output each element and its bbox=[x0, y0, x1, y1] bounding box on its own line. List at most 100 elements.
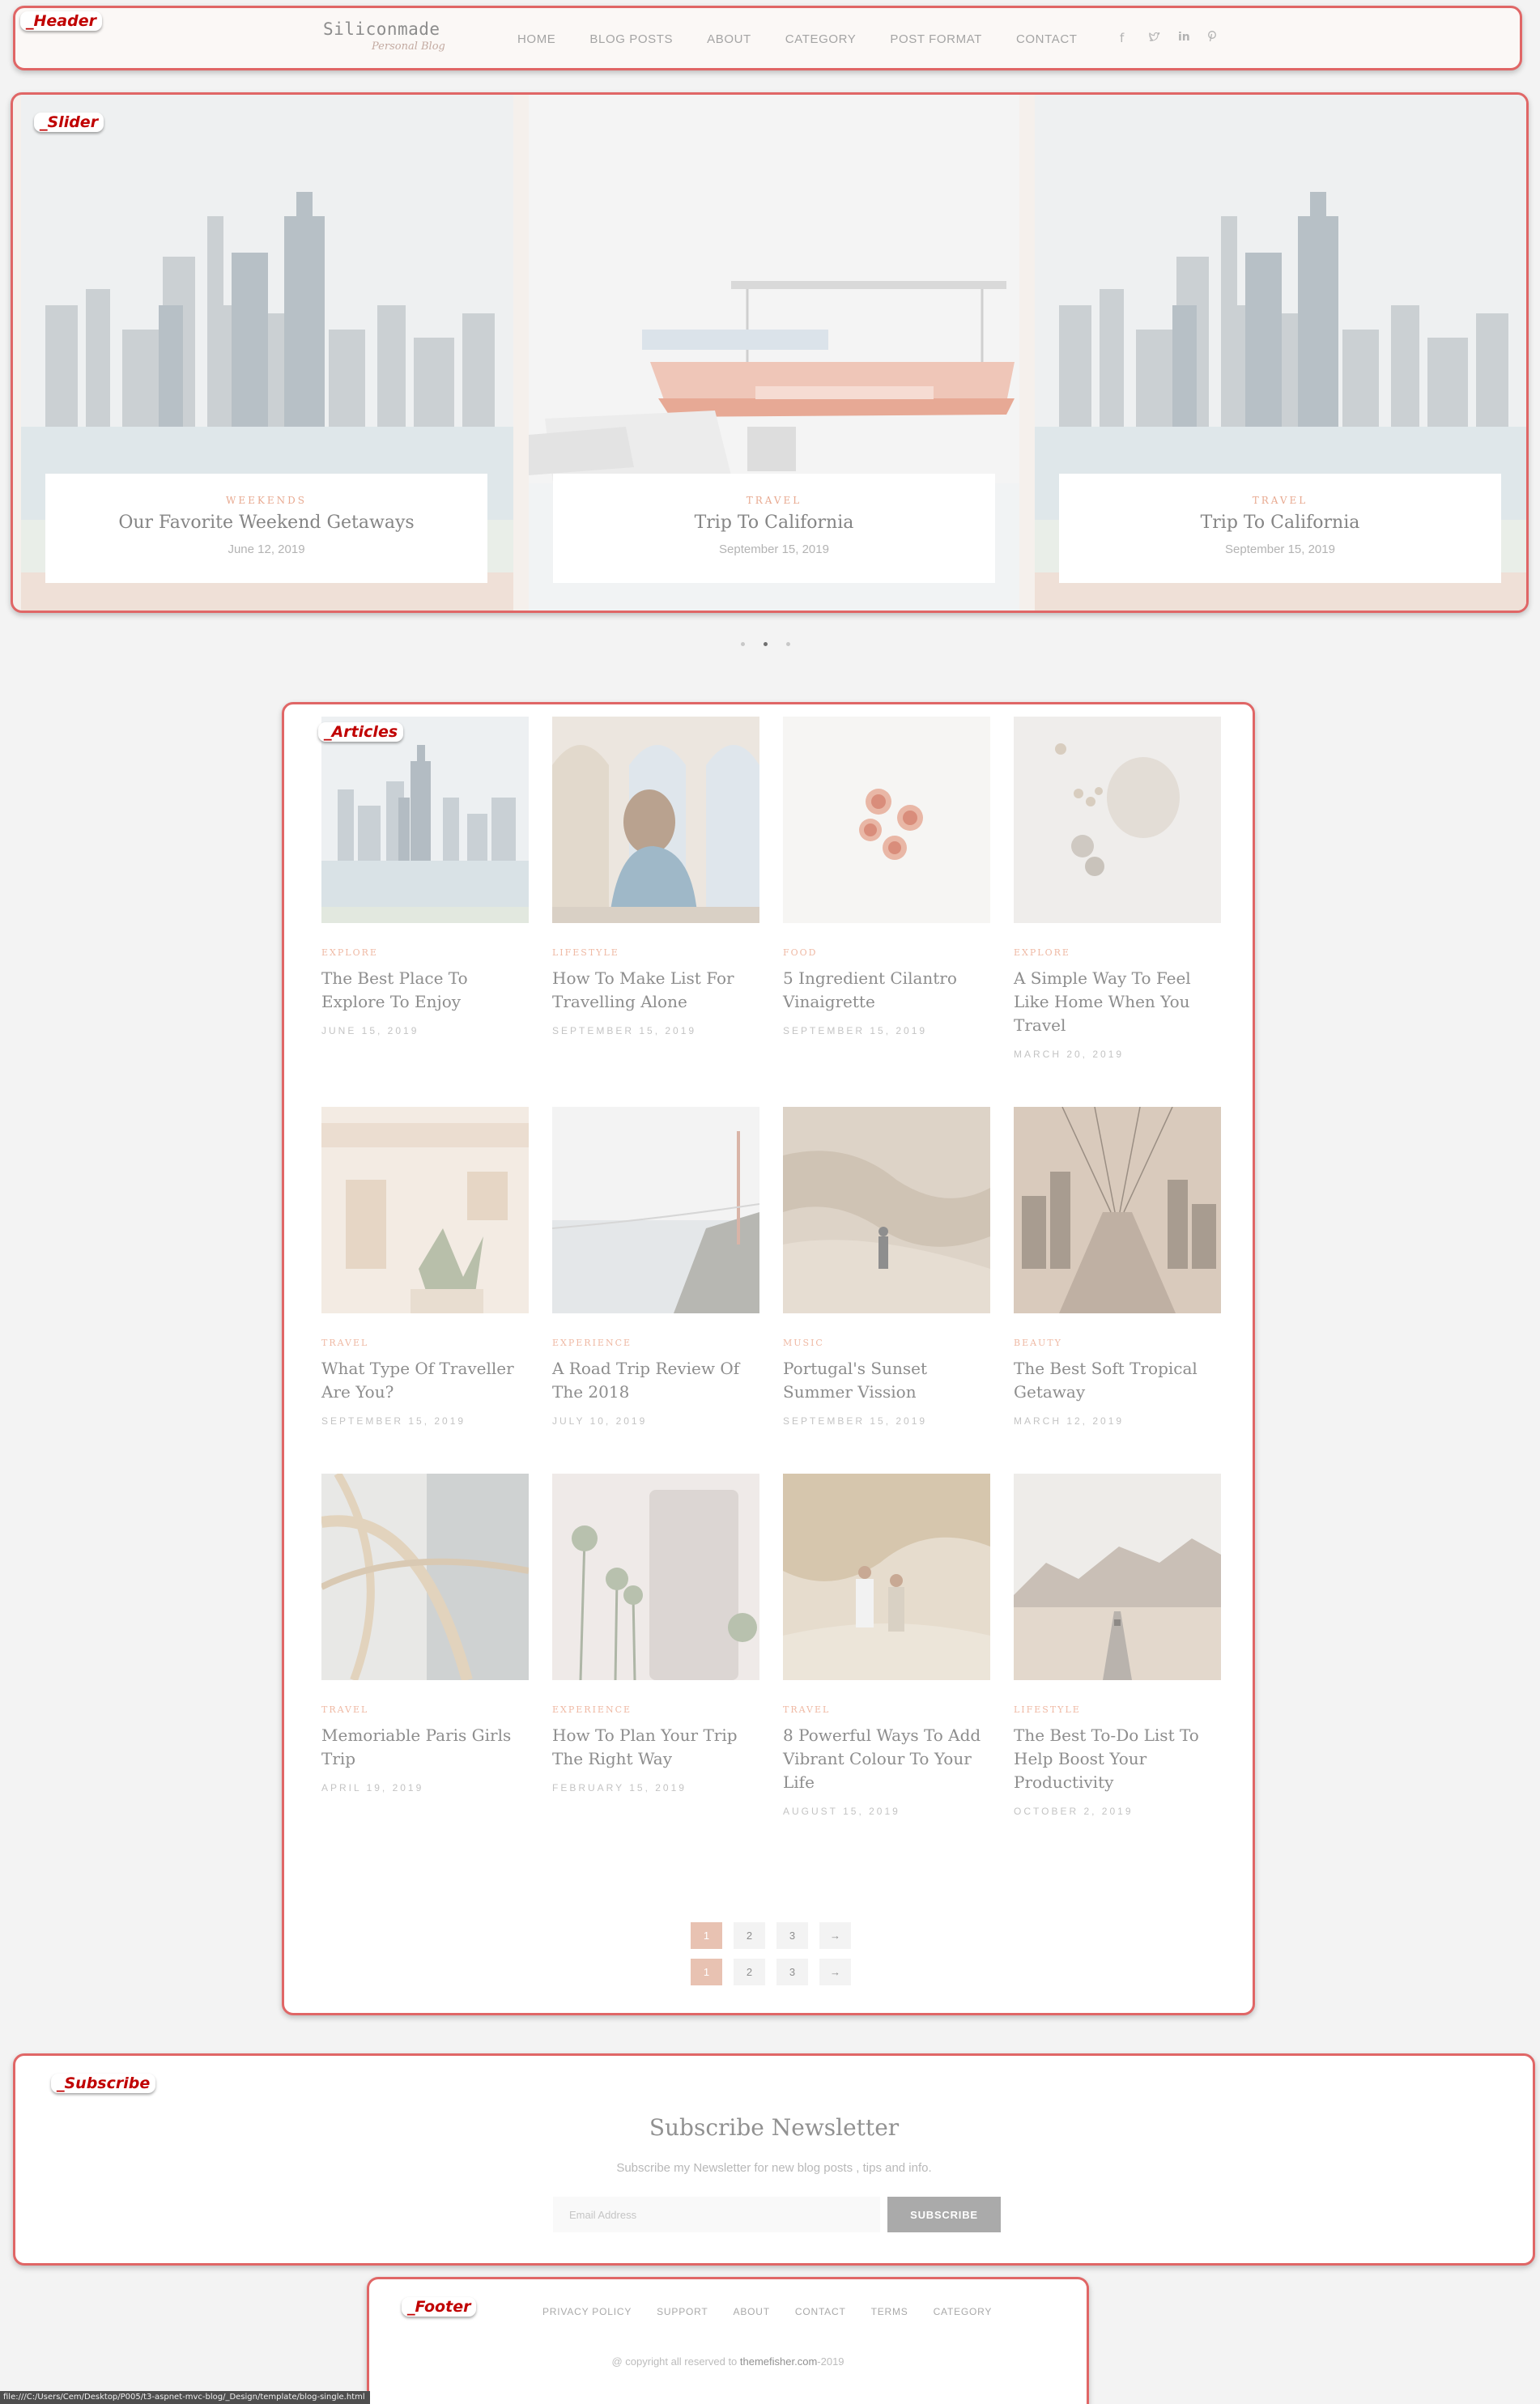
footer-nav: PRIVACY POLICY SUPPORT ABOUT CONTACT TER… bbox=[542, 2306, 1017, 2317]
article-10-title[interactable]: How To Plan Your Trip The Right Way bbox=[552, 1724, 759, 1771]
article-7-image[interactable] bbox=[783, 1107, 990, 1313]
page-3-button[interactable]: 3 bbox=[776, 1922, 808, 1949]
facebook-icon[interactable]: f bbox=[1120, 31, 1149, 45]
article-3-date: SEPTEMBER 15, 2019 bbox=[783, 1025, 928, 1036]
page-1-button[interactable]: 1 bbox=[691, 1959, 722, 1985]
article-1-title[interactable]: The Best Place To Explore To Enjoy bbox=[321, 967, 529, 1014]
subscribe-button[interactable]: SUBSCRIBE bbox=[887, 2197, 1001, 2232]
article-5-title[interactable]: What Type Of Traveller Are You? bbox=[321, 1357, 529, 1404]
article-2-image[interactable] bbox=[552, 717, 759, 923]
article-12-category[interactable]: LIFESTYLE bbox=[1014, 1704, 1221, 1715]
article-6-category[interactable]: EXPERIENCE bbox=[552, 1338, 759, 1348]
footer-link-privacy[interactable]: PRIVACY POLICY bbox=[542, 2306, 632, 2317]
subscribe-title: Subscribe Newsletter bbox=[649, 2114, 900, 2141]
article-1-category[interactable]: EXPLORE bbox=[321, 947, 529, 958]
article-10-date: FEBRUARY 15, 2019 bbox=[552, 1782, 687, 1793]
copyright-link[interactable]: themefisher.com bbox=[740, 2355, 817, 2368]
article-7-date: SEPTEMBER 15, 2019 bbox=[783, 1415, 928, 1427]
footer-link-terms[interactable]: TERMS bbox=[871, 2306, 908, 2317]
next-page-button[interactable]: → bbox=[819, 1922, 851, 1949]
article-1-image[interactable] bbox=[321, 717, 529, 923]
email-field[interactable] bbox=[553, 2197, 880, 2232]
article-3-category[interactable]: FOOD bbox=[783, 947, 990, 958]
articles-zone: _Articles EXPLORE The Best Place To Expl… bbox=[282, 702, 1255, 2015]
article-4-category[interactable]: EXPLORE bbox=[1014, 947, 1221, 958]
article-9-title[interactable]: Memoriable Paris Girls Trip bbox=[321, 1724, 529, 1771]
nav-blog-posts[interactable]: BLOG POSTS bbox=[589, 32, 673, 46]
zone-label-subscribe: _Subscribe bbox=[51, 2074, 156, 2093]
article-card: EXPERIENCE How To Plan Your Trip The Rig… bbox=[552, 1474, 759, 1793]
article-9-image[interactable] bbox=[321, 1474, 529, 1680]
article-11-category[interactable]: TRAVEL bbox=[783, 1704, 990, 1715]
article-9-category[interactable]: TRAVEL bbox=[321, 1704, 529, 1715]
footer-link-contact[interactable]: CONTACT bbox=[795, 2306, 846, 2317]
page-1-button[interactable]: 1 bbox=[691, 1922, 722, 1949]
article-8-title[interactable]: The Best Soft Tropical Getaway bbox=[1014, 1357, 1221, 1404]
slide-3-title[interactable]: Trip To California bbox=[1059, 513, 1501, 533]
footer-link-category[interactable]: CATEGORY bbox=[934, 2306, 993, 2317]
nav-category[interactable]: CATEGORY bbox=[785, 32, 857, 46]
article-3-image[interactable] bbox=[783, 717, 990, 923]
nav-post-format[interactable]: POST FORMAT bbox=[890, 32, 982, 46]
zone-label-articles: _Articles bbox=[318, 722, 404, 742]
browser-status-url: file:///C:/Users/Cem/Desktop/P005/t3-asp… bbox=[0, 2391, 370, 2404]
page-2-button[interactable]: 2 bbox=[734, 1922, 765, 1949]
article-7-title[interactable]: Portugal's Sunset Summer Vission bbox=[783, 1357, 990, 1404]
slide-2-title[interactable]: Trip To California bbox=[553, 513, 995, 533]
pagination-duplicate: 1 2 3 → bbox=[691, 1959, 851, 1985]
footer-link-support[interactable]: SUPPORT bbox=[657, 2306, 708, 2317]
article-card: TRAVEL What Type Of Traveller Are You? S… bbox=[321, 1107, 529, 1427]
page-2-button[interactable]: 2 bbox=[734, 1959, 765, 1985]
article-2-category[interactable]: LIFESTYLE bbox=[552, 947, 759, 958]
slide-1[interactable]: WEEKENDS Our Favorite Weekend Getaways J… bbox=[21, 95, 513, 611]
nav-home[interactable]: HOME bbox=[517, 32, 555, 46]
slide-2-caption: TRAVEL Trip To California September 15, … bbox=[553, 474, 995, 583]
article-card: EXPERIENCE A Road Trip Review Of The 201… bbox=[552, 1107, 759, 1427]
article-12-image[interactable] bbox=[1014, 1474, 1221, 1680]
article-8-image[interactable] bbox=[1014, 1107, 1221, 1313]
zone-label-header: _Header bbox=[20, 11, 102, 31]
header-zone: _Header Siliconmade Personal Blog HOME B… bbox=[13, 6, 1522, 70]
article-9-date: APRIL 19, 2019 bbox=[321, 1782, 424, 1793]
article-11-image[interactable] bbox=[783, 1474, 990, 1680]
article-5-image[interactable] bbox=[321, 1107, 529, 1313]
slide-1-date: June 12, 2019 bbox=[228, 542, 305, 556]
next-page-button[interactable]: → bbox=[819, 1959, 851, 1985]
slide-2[interactable]: TRAVEL Trip To California September 15, … bbox=[529, 95, 1019, 611]
nav-contact[interactable]: CONTACT bbox=[1016, 32, 1078, 46]
logo[interactable]: Siliconmade Personal Blog bbox=[323, 19, 461, 53]
nav-about[interactable]: ABOUT bbox=[707, 32, 751, 46]
article-4-title[interactable]: A Simple Way To Feel Like Home When You … bbox=[1014, 967, 1221, 1037]
article-6-image[interactable] bbox=[552, 1107, 759, 1313]
slide-2-category: TRAVEL bbox=[746, 495, 802, 506]
article-card: EXPLORE The Best Place To Explore To Enj… bbox=[321, 717, 529, 1036]
article-2-title[interactable]: How To Make List For Travelling Alone bbox=[552, 967, 759, 1014]
slider-dot-1[interactable] bbox=[741, 642, 745, 646]
article-7-category[interactable]: MUSIC bbox=[783, 1338, 990, 1348]
article-4-date: MARCH 20, 2019 bbox=[1014, 1049, 1125, 1060]
article-8-category[interactable]: BEAUTY bbox=[1014, 1338, 1221, 1348]
article-12-title[interactable]: The Best To-Do List To Help Boost Your P… bbox=[1014, 1724, 1221, 1794]
article-card: TRAVEL 8 Powerful Ways To Add Vibrant Co… bbox=[783, 1474, 990, 1817]
slide-1-caption: WEEKENDS Our Favorite Weekend Getaways J… bbox=[45, 474, 487, 583]
article-11-title[interactable]: 8 Powerful Ways To Add Vibrant Colour To… bbox=[783, 1724, 990, 1794]
article-8-date: MARCH 12, 2019 bbox=[1014, 1415, 1125, 1427]
footer-link-about[interactable]: ABOUT bbox=[734, 2306, 770, 2317]
article-10-category[interactable]: EXPERIENCE bbox=[552, 1704, 759, 1715]
zone-label-footer: _Footer bbox=[402, 2297, 477, 2317]
pinterest-icon[interactable] bbox=[1207, 31, 1236, 45]
page-3-button[interactable]: 3 bbox=[776, 1959, 808, 1985]
slide-3[interactable]: TRAVEL Trip To California September 15, … bbox=[1035, 95, 1526, 611]
article-6-title[interactable]: A Road Trip Review Of The 2018 bbox=[552, 1357, 759, 1404]
article-10-image[interactable] bbox=[552, 1474, 759, 1680]
subscribe-description: Subscribe my Newsletter for new blog pos… bbox=[616, 2161, 932, 2175]
slider-dot-3[interactable] bbox=[786, 642, 790, 646]
article-4-image[interactable] bbox=[1014, 717, 1221, 923]
twitter-icon[interactable] bbox=[1149, 31, 1178, 45]
slide-1-title[interactable]: Our Favorite Weekend Getaways bbox=[45, 513, 487, 533]
linkedin-icon[interactable]: in bbox=[1178, 31, 1207, 45]
slider-dot-2[interactable] bbox=[764, 642, 768, 646]
zone-label-slider: _Slider bbox=[34, 113, 104, 132]
article-3-title[interactable]: 5 Ingredient Cilantro Vinaigrette bbox=[783, 967, 990, 1014]
article-5-category[interactable]: TRAVEL bbox=[321, 1338, 529, 1348]
